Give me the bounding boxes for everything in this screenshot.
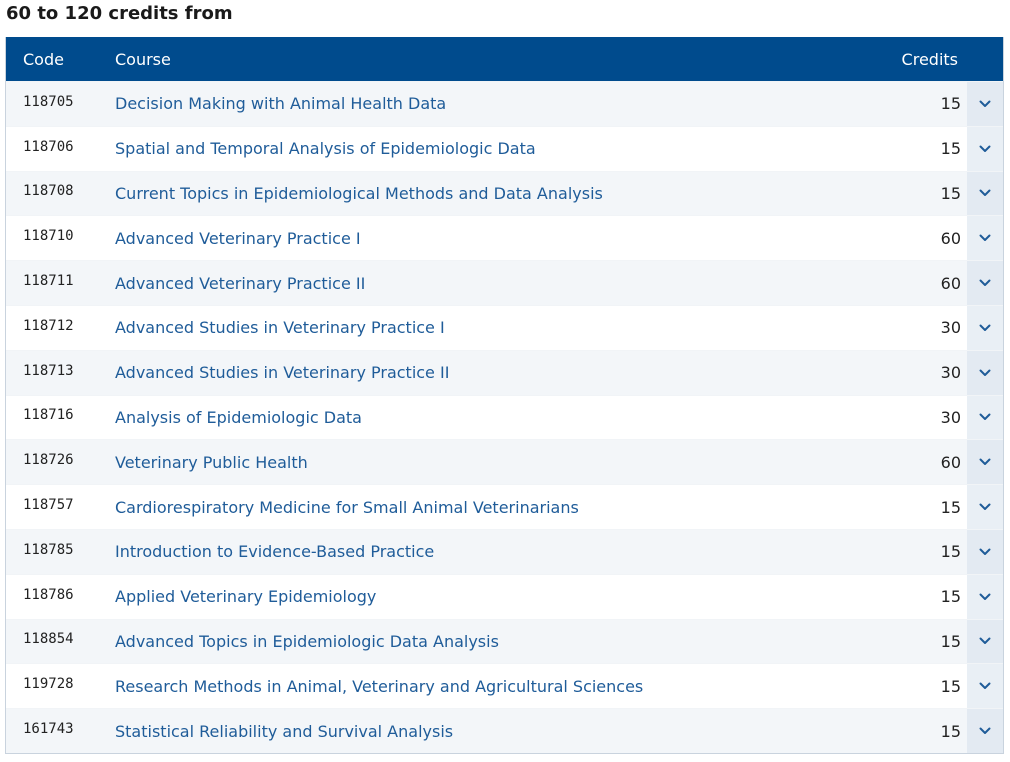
course-code: 118712 — [23, 317, 74, 334]
course-link[interactable]: Applied Veterinary Epidemiology — [98, 587, 887, 606]
course-code: 118716 — [23, 407, 74, 424]
course-code: 118785 — [23, 541, 74, 558]
chevron-down-icon — [979, 145, 991, 152]
expand-row-button[interactable] — [967, 574, 1003, 619]
course-code: 118726 — [23, 452, 74, 469]
expand-row-button[interactable] — [967, 709, 1003, 753]
table-row: 118711 Advanced Veterinary Practice II 6… — [6, 260, 1003, 305]
section-heading: 60 to 120 credits from — [6, 3, 233, 24]
expand-row-button[interactable] — [967, 126, 1003, 171]
expand-row-button[interactable] — [967, 529, 1003, 574]
table-row: 161743 Statistical Reliability and Survi… — [6, 708, 1003, 753]
course-credits: 30 — [940, 407, 961, 427]
expand-row-button[interactable] — [967, 664, 1003, 709]
table-row: 118706 Spatial and Temporal Analysis of … — [6, 125, 1003, 171]
expand-row-button[interactable] — [967, 440, 1003, 485]
chevron-down-icon — [979, 727, 991, 735]
chevron-down-icon — [979, 369, 991, 376]
chevron-down-icon — [979, 458, 991, 466]
table-body: 118705 Decision Making with Animal Healt… — [6, 81, 1003, 753]
course-code: 118706 — [23, 138, 74, 155]
table-row: 118705 Decision Making with Animal Healt… — [6, 81, 1003, 126]
expand-row-button[interactable] — [967, 82, 1003, 126]
course-credits: 15 — [940, 542, 961, 562]
header-code: Code — [23, 49, 64, 69]
course-link[interactable]: Analysis of Epidemiologic Data — [98, 408, 887, 427]
course-link[interactable]: Statistical Reliability and Survival Ana… — [98, 722, 887, 741]
header-course: Course — [115, 49, 171, 69]
chevron-down-icon — [979, 279, 991, 287]
table-row: 118785 Introduction to Evidence-Based Pr… — [6, 528, 1003, 574]
course-link[interactable]: Introduction to Evidence-Based Practice — [98, 542, 887, 561]
course-code: 161743 — [23, 721, 74, 738]
chevron-down-icon — [979, 637, 991, 645]
course-link[interactable]: Cardiorespiratory Medicine for Small Ani… — [98, 498, 887, 517]
course-link[interactable]: Advanced Veterinary Practice I — [98, 229, 887, 248]
chevron-down-icon — [979, 503, 991, 511]
expand-row-button[interactable] — [967, 305, 1003, 350]
course-code: 118757 — [23, 497, 74, 514]
expand-row-button[interactable] — [967, 619, 1003, 664]
course-code: 118708 — [23, 183, 74, 200]
course-credits: 60 — [940, 452, 961, 472]
course-code: 118705 — [23, 93, 74, 110]
course-code: 118786 — [23, 586, 74, 603]
course-credits: 15 — [940, 497, 961, 517]
course-code: 118713 — [23, 362, 74, 379]
expand-row-button[interactable] — [967, 216, 1003, 261]
course-link[interactable]: Research Methods in Animal, Veterinary a… — [98, 677, 887, 696]
chevron-down-icon — [979, 189, 991, 197]
table-row: 118710 Advanced Veterinary Practice I 60 — [6, 215, 1003, 261]
course-credits: 15 — [940, 94, 961, 114]
course-link[interactable]: Current Topics in Epidemiological Method… — [98, 184, 887, 203]
table-header: Code Course Credits — [6, 37, 1003, 81]
expand-row-button[interactable] — [967, 261, 1003, 305]
table-row: 118708 Current Topics in Epidemiological… — [6, 170, 1003, 216]
course-link[interactable]: Advanced Veterinary Practice II — [98, 274, 887, 293]
chevron-down-icon — [979, 324, 991, 331]
table-row: 118757 Cardiorespiratory Medicine for Sm… — [6, 484, 1003, 529]
course-credits: 60 — [940, 228, 961, 248]
course-link[interactable]: Advanced Studies in Veterinary Practice … — [98, 318, 887, 337]
course-credits: 30 — [940, 363, 961, 383]
expand-row-button[interactable] — [967, 171, 1003, 216]
chevron-down-icon — [979, 100, 991, 107]
course-link[interactable]: Spatial and Temporal Analysis of Epidemi… — [98, 139, 887, 158]
table-row: 118786 Applied Veterinary Epidemiology 1… — [6, 573, 1003, 619]
course-credits: 15 — [940, 139, 961, 159]
table-row: 118726 Veterinary Public Health 60 — [6, 439, 1003, 485]
expand-row-button[interactable] — [967, 350, 1003, 395]
course-credits: 30 — [940, 318, 961, 338]
header-credits: Credits — [901, 49, 958, 69]
course-credits: 15 — [940, 676, 961, 696]
course-credits: 15 — [940, 587, 961, 607]
course-code: 118711 — [23, 273, 74, 290]
chevron-down-icon — [979, 548, 991, 555]
course-link[interactable]: Veterinary Public Health — [98, 453, 887, 472]
course-link[interactable]: Advanced Studies in Veterinary Practice … — [98, 363, 887, 382]
expand-row-button[interactable] — [967, 395, 1003, 440]
table-row: 118712 Advanced Studies in Veterinary Pr… — [6, 304, 1003, 350]
chevron-down-icon — [979, 234, 991, 242]
course-credits: 15 — [940, 183, 961, 203]
table-row: 118716 Analysis of Epidemiologic Data 30 — [6, 394, 1003, 440]
table-row: 119728 Research Methods in Animal, Veter… — [6, 663, 1003, 709]
course-table: Code Course Credits 118705 Decision Maki… — [5, 37, 1004, 754]
chevron-down-icon — [979, 682, 991, 690]
table-row: 118713 Advanced Studies in Veterinary Pr… — [6, 349, 1003, 395]
course-credits: 15 — [940, 631, 961, 651]
table-row: 118854 Advanced Topics in Epidemiologic … — [6, 618, 1003, 664]
course-credits: 60 — [940, 273, 961, 293]
course-code: 118854 — [23, 631, 74, 648]
chevron-down-icon — [979, 593, 991, 600]
chevron-down-icon — [979, 413, 991, 421]
course-code: 119728 — [23, 676, 74, 693]
course-credits: 15 — [940, 721, 961, 741]
expand-row-button[interactable] — [967, 485, 1003, 529]
course-link[interactable]: Decision Making with Animal Health Data — [98, 94, 887, 113]
course-link[interactable]: Advanced Topics in Epidemiologic Data An… — [98, 632, 887, 651]
course-code: 118710 — [23, 228, 74, 245]
